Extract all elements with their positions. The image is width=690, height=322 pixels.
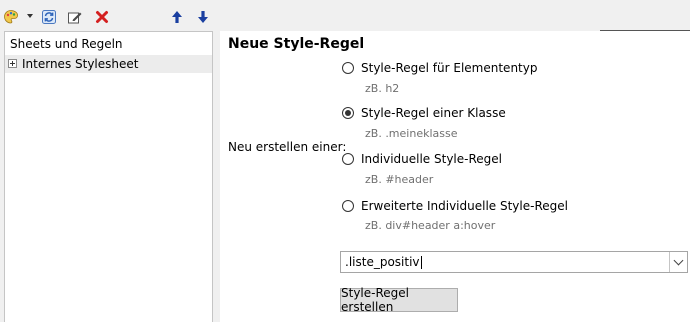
radio-label[interactable]: Individuelle Style-Regel (361, 152, 502, 166)
toolbar (0, 0, 218, 30)
selector-input[interactable]: .liste_positiv (345, 255, 422, 269)
create-style-rule-button[interactable]: Style-Regel erstellen (340, 286, 458, 314)
combobox-dropdown-button[interactable] (669, 252, 687, 272)
arrow-up-icon[interactable] (168, 8, 186, 26)
expand-icon[interactable] (8, 59, 17, 68)
radio-class[interactable]: Style-Regel einer Klasse (342, 105, 506, 121)
hint-individual: zB. #header (365, 173, 434, 186)
hint-element-type: zB. h2 (365, 82, 400, 95)
text-cursor (420, 256, 422, 269)
page-title: Neue Style-Regel (228, 36, 365, 52)
delete-icon[interactable] (93, 8, 111, 26)
create-type-label: Neu erstellen einer: (228, 140, 347, 154)
stylesheet-tree: Sheets und Regeln Internes Stylesheet (4, 31, 213, 322)
refresh-icon[interactable] (40, 8, 58, 26)
radio-individual[interactable]: Individuelle Style-Regel (342, 151, 502, 167)
tree-header: Sheets und Regeln (10, 37, 123, 51)
selector-combobox[interactable]: .liste_positiv (340, 251, 688, 273)
radio-label[interactable]: Erweiterte Individuelle Style-Regel (361, 199, 568, 213)
radio-button[interactable] (342, 153, 354, 165)
edit-icon[interactable] (66, 8, 84, 26)
palette-icon[interactable] (2, 8, 20, 26)
tree-item-label: Internes Stylesheet (22, 57, 139, 71)
selector-value: .liste_positiv (345, 255, 420, 269)
radio-element-type[interactable]: Style-Regel für Elemententyp (342, 60, 537, 76)
new-style-rule-panel: Neue Style-Regel Neu erstellen einer: St… (220, 31, 690, 322)
radio-label[interactable]: Style-Regel einer Klasse (361, 106, 506, 120)
hint-class: zB. .meineklasse (365, 127, 458, 140)
hint-extended-individual: zB. div#header a:hover (365, 219, 496, 232)
radio-extended-individual[interactable]: Erweiterte Individuelle Style-Regel (342, 198, 568, 214)
radio-button[interactable] (342, 200, 354, 212)
radio-button[interactable] (342, 62, 354, 74)
chevron-down-icon[interactable] (27, 14, 33, 18)
chevron-down-icon (673, 255, 684, 266)
radio-label[interactable]: Style-Regel für Elemententyp (361, 61, 537, 75)
arrow-down-icon[interactable] (194, 8, 212, 26)
tree-item-internal-stylesheet[interactable]: Internes Stylesheet (5, 55, 212, 73)
radio-button[interactable] (342, 107, 354, 119)
